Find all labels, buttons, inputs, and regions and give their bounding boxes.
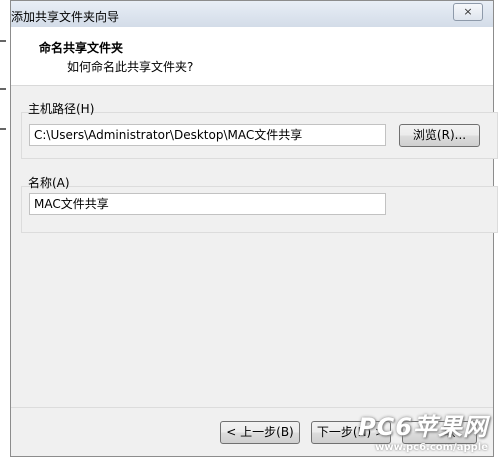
- background-window-edge: [0, 128, 6, 130]
- background-window-edge: [0, 40, 6, 42]
- page-subtitle: 如何命名此共享文件夹?: [67, 60, 194, 74]
- host-path-input[interactable]: C:\Users\Administrator\Desktop\MAC文件共享: [29, 124, 386, 146]
- name-label: 名称(A): [28, 176, 70, 190]
- title-bar[interactable]: 添加共享文件夹向导 ×: [11, 1, 493, 27]
- host-path-label: 主机路径(H): [28, 102, 95, 116]
- watermark-url: www.pc6.com/apple: [375, 442, 488, 453]
- wizard-window: 添加共享文件夹向导 × 命名共享文件夹 如何命名此共享文件夹? 主机路径(H) …: [10, 0, 498, 457]
- close-button[interactable]: ×: [453, 3, 483, 21]
- window-title: 添加共享文件夹向导: [11, 10, 120, 24]
- host-path-group: 主机路径(H) C:\Users\Administrator\Desktop\M…: [21, 102, 498, 159]
- back-button[interactable]: < 上一步(B): [220, 421, 300, 444]
- name-input[interactable]: MAC文件共享: [29, 193, 386, 215]
- watermark-logo: PC6苹果网: [358, 413, 488, 441]
- name-group: 名称(A) MAC文件共享: [21, 176, 498, 233]
- page-title: 命名共享文件夹: [39, 41, 124, 55]
- wizard-header: 命名共享文件夹 如何命名此共享文件夹?: [11, 27, 493, 86]
- watermark: PC6苹果网 www.pc6.com/apple: [358, 407, 488, 453]
- close-icon: ×: [463, 5, 473, 18]
- background-window-edge: [0, 88, 6, 90]
- browse-button[interactable]: 浏览(R)...: [399, 124, 480, 147]
